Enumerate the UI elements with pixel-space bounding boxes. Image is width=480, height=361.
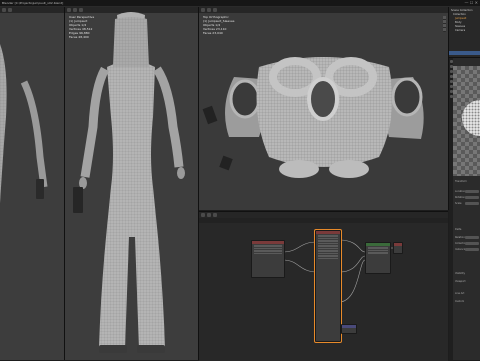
prop-label: Line Art xyxy=(455,292,465,295)
mesh-figure-front xyxy=(73,12,185,353)
properties-panel[interactable]: Transform Location Rotation Scale Delta … xyxy=(449,58,480,360)
shader-node-editor[interactable] xyxy=(199,211,448,361)
principled-bsdf-node[interactable] xyxy=(365,242,391,274)
material-output-node[interactable] xyxy=(393,242,403,254)
handbag-icon xyxy=(36,179,44,199)
prop-label: Custom xyxy=(455,300,465,303)
outliner-item[interactable]: Jumpsuit xyxy=(455,17,466,20)
outliner-panel[interactable]: Scene Collection Collection Jumpsuit Bod… xyxy=(449,7,480,58)
handbag-icon xyxy=(73,187,83,213)
prop-label: Rotation xyxy=(455,196,465,199)
viewport-side[interactable] xyxy=(0,7,65,360)
viewport-front[interactable]: User Perspective (1) Jumpsuit Objects 1/… xyxy=(65,7,199,360)
prop-label: Location xyxy=(455,190,466,193)
prop-label: Viewport xyxy=(455,280,466,283)
window-controls[interactable]: — ☐ ✕ xyxy=(465,0,478,6)
prop-value-field[interactable] xyxy=(465,242,479,245)
uv-node[interactable] xyxy=(341,324,357,334)
outliner-item[interactable]: Sleeves xyxy=(455,25,465,28)
prop-label: Visibility xyxy=(455,272,466,275)
material-preview xyxy=(453,66,480,176)
prop-label: Delta xyxy=(455,228,462,231)
image-texture-node[interactable] xyxy=(251,240,285,278)
window-title: Blender [C:\Projects\jumpsuit_v02.blend] xyxy=(2,1,64,5)
mix-node-stack[interactable] xyxy=(314,229,342,343)
outliner-item[interactable]: Camera xyxy=(455,29,465,32)
title-bar: Blender [C:\Projects\jumpsuit_v02.blend]… xyxy=(0,0,480,7)
outliner-item[interactable]: Body xyxy=(455,21,462,24)
viewport-top[interactable]: Top Orthographic (1) Jumpsuit_Sleeves Ob… xyxy=(199,7,449,210)
mesh-figure-side xyxy=(0,44,48,204)
prop-value-field[interactable] xyxy=(465,190,479,193)
prop-value-field[interactable] xyxy=(465,202,479,205)
prop-value-field[interactable] xyxy=(465,196,479,199)
mesh-top-view xyxy=(202,57,424,178)
prop-label: Scale xyxy=(455,202,462,205)
outliner-item[interactable]: Scene Collection xyxy=(451,9,473,12)
prop-value-field[interactable] xyxy=(465,236,479,239)
outliner-item[interactable]: Collection xyxy=(453,13,466,16)
prop-value-field[interactable] xyxy=(465,248,479,251)
outliner-selected-row[interactable] xyxy=(449,51,480,55)
prop-label: Transform xyxy=(455,180,467,183)
